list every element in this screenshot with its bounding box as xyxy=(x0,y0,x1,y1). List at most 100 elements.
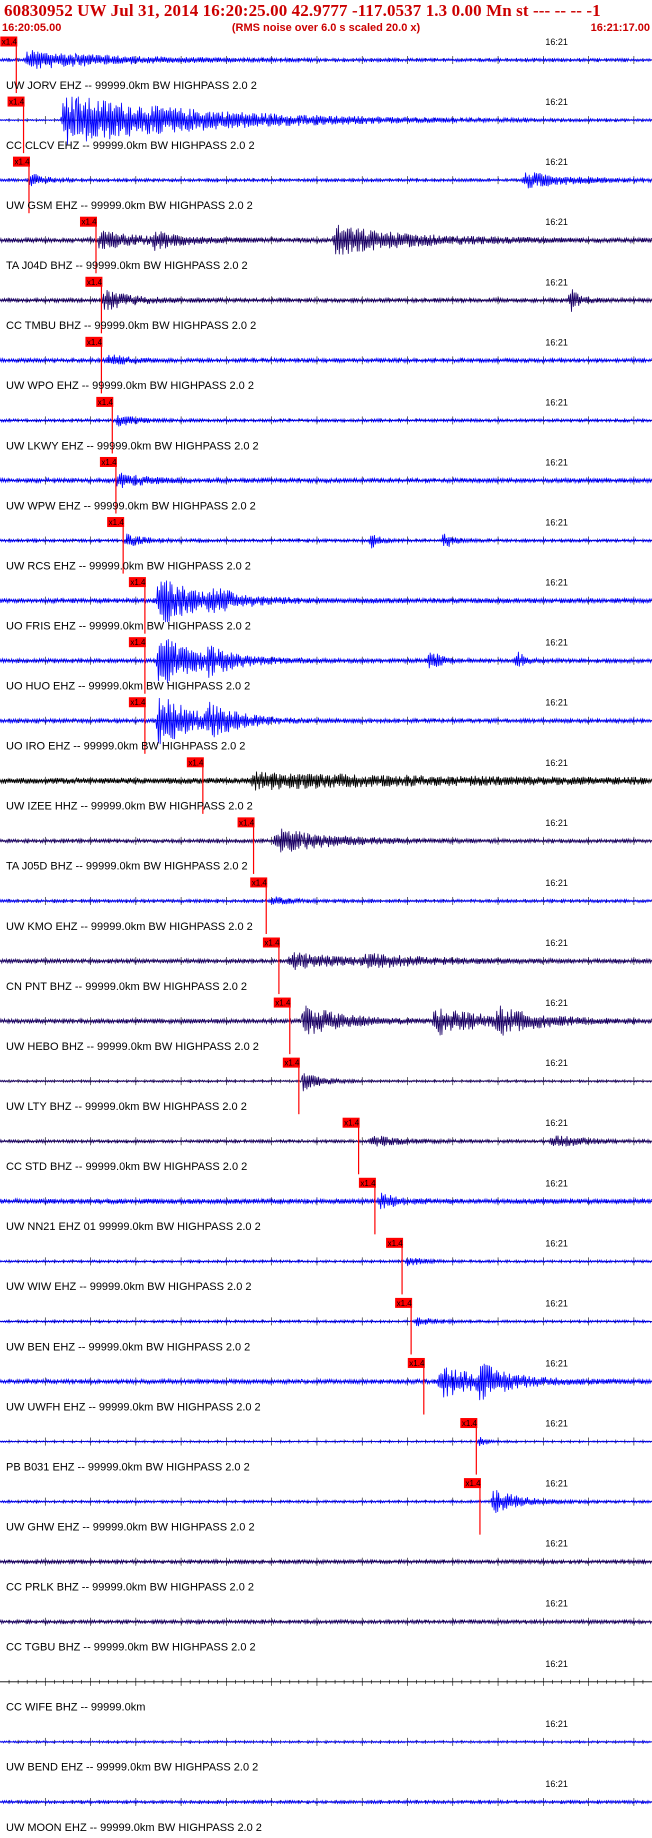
trace-row: 16:21 x1.4 UW GHW EHZ -- 99999.0km BW HIGH… xyxy=(0,1478,652,1535)
minute-tick-label: 16:21 xyxy=(545,337,568,347)
pick-label: x1.4 xyxy=(87,278,103,287)
station-label: UO IRO EHZ -- 99999.0km BW HIGHPASS 2.0 … xyxy=(6,741,245,753)
pick-label: x1.4 xyxy=(465,1479,481,1488)
trace-row: 16:21 x1.4 PB B031 EHZ -- 99999.0km BW HIG… xyxy=(0,1418,652,1475)
pick-label: x1.4 xyxy=(98,398,114,407)
station-label: UW RCS EHZ -- 99999.0km BW HIGHPASS 2.0 … xyxy=(6,560,251,572)
pick-label: x1.4 xyxy=(87,338,103,347)
minute-tick-label: 16:21 xyxy=(545,878,568,888)
trace-row: 16:21 x1.4 UO HUO EHZ -- 99999.0km BW HIGH… xyxy=(0,637,652,694)
trace-row: 16:21 x1.4 UW LKWY EHZ -- 99999.0km BW HIG… xyxy=(0,396,652,454)
pick-label: x1.4 xyxy=(284,1059,300,1068)
pick-label: x1.4 xyxy=(388,1239,404,1248)
station-label: UW UWFH EHZ -- 99999.0km BW HIGHPASS 2.0… xyxy=(6,1401,261,1413)
minute-tick-label: 16:21 xyxy=(545,1719,568,1729)
trace-row: 16:21 UW MOON EHZ -- 99999.0km BW HIGHPAS… xyxy=(0,1779,652,1834)
station-label: UW BEND EHZ -- 99999.0km BW HIGHPASS 2.0… xyxy=(6,1762,258,1774)
station-label: UW KMO EHZ -- 99999.0km BW HIGHPASS 2.0 … xyxy=(6,921,253,933)
station-label: UW HEBO BHZ -- 99999.0km BW HIGHPASS 2.0… xyxy=(6,1041,259,1053)
pick-label: x1.4 xyxy=(275,999,291,1008)
trace-row: 16:21 x1.4 UW IZEE HHZ -- 99999.0km BW HIG… xyxy=(0,757,652,814)
minute-tick-label: 16:21 xyxy=(545,1539,568,1549)
minute-tick-label: 16:21 xyxy=(545,1298,568,1308)
trace-row: 16:21 x1.4 TA J04D BHZ -- 99999.0km BW HIG… xyxy=(0,216,652,274)
plot-header: 60830952 UW Jul 31, 2014 16:20:25.00 42.… xyxy=(0,0,652,36)
waveform xyxy=(0,1437,652,1446)
waveform xyxy=(0,50,652,69)
waveform xyxy=(0,896,652,905)
minute-tick-label: 16:21 xyxy=(545,457,568,467)
seismogram-plot: 16:21 x1.4 UW JORV EHZ -- 99999.0km BW HIG… xyxy=(0,36,652,1834)
minute-tick-label: 16:21 xyxy=(545,998,568,1008)
pick-label: x1.4 xyxy=(130,698,146,707)
waveform xyxy=(0,1192,652,1210)
pick-label: x1.4 xyxy=(81,218,97,227)
station-label: UW WIW EHZ -- 99999.0km BW HIGHPASS 2.0 … xyxy=(6,1281,252,1293)
minute-tick-label: 16:21 xyxy=(545,277,568,287)
rms-note: (RMS noise over 6.0 s scaled 20.0 x) xyxy=(231,22,421,34)
waveform xyxy=(0,354,652,365)
trace-row: 16:21 x1.4 UW NN21 EHZ 01 99999.0km BW HIG… xyxy=(0,1177,652,1235)
station-label: UW GHW EHZ -- 99999.0km BW HIGHPASS 2.0 … xyxy=(6,1521,255,1533)
waveform xyxy=(0,224,652,255)
trace-row: 16:21 CC WIFE BHZ -- 99999.0km xyxy=(0,1659,652,1714)
pick-label: x1.4 xyxy=(239,818,255,827)
pick-label: x1.4 xyxy=(462,1419,478,1428)
trace-row: 16:21 x1.4 UO IRO EHZ -- 99999.0km BW HIGH… xyxy=(0,697,652,754)
minute-tick-label: 16:21 xyxy=(545,1118,568,1128)
trace-row: 16:21 x1.4 UO FRIS EHZ -- 99999.0km BW HIG… xyxy=(0,577,652,634)
station-label: UW WPO EHZ -- 99999.0km BW HIGHPASS 2.0 … xyxy=(6,380,254,392)
pick-label: x1.4 xyxy=(130,638,146,647)
pick-label: x1.4 xyxy=(9,98,25,107)
minute-tick-label: 16:21 xyxy=(545,698,568,708)
trace-row: 16:21 x1.4 CC STD BHZ -- 99999.0km BW HIGH… xyxy=(0,1117,652,1175)
minute-tick-label: 16:21 xyxy=(545,1659,568,1669)
trace-row: 16:21 x1.4 UW RCS EHZ -- 99999.0km BW HIGH… xyxy=(0,517,652,574)
end-time-label: 16:21:17.00 xyxy=(590,22,650,34)
minute-tick-label: 16:21 xyxy=(545,818,568,828)
station-label: UO HUO EHZ -- 99999.0km BW HIGHPASS 2.0 … xyxy=(6,681,250,693)
waveform xyxy=(0,771,652,791)
minute-tick-label: 16:21 xyxy=(545,578,568,588)
trace-row: 16:21 CC PRLK BHZ -- 99999.0km BW HIGHPAS… xyxy=(0,1539,652,1594)
pick-label: x1.4 xyxy=(2,38,18,47)
station-label: UW LTY BHZ -- 99999.0km BW HIGHPASS 2.0 … xyxy=(6,1101,247,1113)
trace-row: 16:21 x1.4 UW KMO EHZ -- 99999.0km BW HIGH… xyxy=(0,877,652,934)
trace-row: 16:21 x1.4 UW JORV EHZ -- 99999.0km BW HIG… xyxy=(0,36,652,94)
minute-tick-label: 16:21 xyxy=(545,1358,568,1368)
station-label: CC PRLK BHZ -- 99999.0km BW HIGHPASS 2.0… xyxy=(6,1582,254,1594)
pick-label: x1.4 xyxy=(397,1299,413,1308)
trace-row: 16:21 x1.4 UW HEBO BHZ -- 99999.0km BW HIG… xyxy=(0,997,652,1055)
pick-label: x1.4 xyxy=(252,878,268,887)
station-label: CC TGBU BHZ -- 99999.0km BW HIGHPASS 2.0… xyxy=(6,1642,256,1654)
station-label: UW NN21 EHZ 01 99999.0km BW HIGHPASS 2.0… xyxy=(6,1221,261,1233)
minute-tick-label: 16:21 xyxy=(545,97,568,107)
minute-tick-label: 16:21 xyxy=(545,1178,568,1188)
station-label: UW GSM EHZ -- 99999.0km BW HIGHPASS 2.0 … xyxy=(6,200,253,212)
trace-row: 16:21 x1.4 UW WPO EHZ -- 99999.0km BW HIGH… xyxy=(0,336,652,394)
minute-tick-label: 16:21 xyxy=(545,397,568,407)
minute-tick-label: 16:21 xyxy=(545,1238,568,1248)
minute-tick-label: 16:21 xyxy=(545,1779,568,1789)
waveform xyxy=(0,472,652,489)
trace-row: 16:21 x1.4 UW UWFH EHZ -- 99999.0km BW HIG… xyxy=(0,1357,652,1415)
station-label: CC TMBU BHZ -- 99999.0km BW HIGHPASS 2.0… xyxy=(6,320,256,332)
minute-tick-label: 16:21 xyxy=(545,1419,568,1429)
minute-tick-label: 16:21 xyxy=(545,638,568,648)
station-label: PB B031 EHZ -- 99999.0km BW HIGHPASS 2.0… xyxy=(6,1461,250,1473)
station-label: TA J04D BHZ -- 99999.0km BW HIGHPASS 2.0… xyxy=(6,260,248,272)
station-label: CC CLCV EHZ -- 99999.0km BW HIGHPASS 2.0… xyxy=(6,140,255,152)
station-label: UW BEN EHZ -- 99999.0km BW HIGHPASS 2.0 … xyxy=(6,1341,250,1353)
minute-tick-label: 16:21 xyxy=(545,37,568,47)
pick-label: x1.4 xyxy=(101,458,117,467)
minute-tick-label: 16:21 xyxy=(545,157,568,167)
station-label: UW JORV EHZ -- 99999.0km BW HIGHPASS 2.0… xyxy=(6,80,257,92)
pick-label: x1.4 xyxy=(109,518,125,527)
pick-label: x1.4 xyxy=(264,939,280,948)
station-label: UW IZEE HHZ -- 99999.0km BW HIGHPASS 2.0… xyxy=(6,801,253,813)
station-label: UW WPW EHZ -- 99999.0km BW HIGHPASS 2.0 … xyxy=(6,500,256,512)
pick-label: x1.4 xyxy=(14,158,30,167)
trace-row: 16:21 x1.4 TA J05D BHZ -- 99999.0km BW HIG… xyxy=(0,817,652,874)
trace-row: 16:21 x1.4 UW WIW EHZ -- 99999.0km BW HIGH… xyxy=(0,1237,652,1295)
trace-row: 16:21 x1.4 UW GSM EHZ -- 99999.0km BW HIGH… xyxy=(0,156,652,214)
